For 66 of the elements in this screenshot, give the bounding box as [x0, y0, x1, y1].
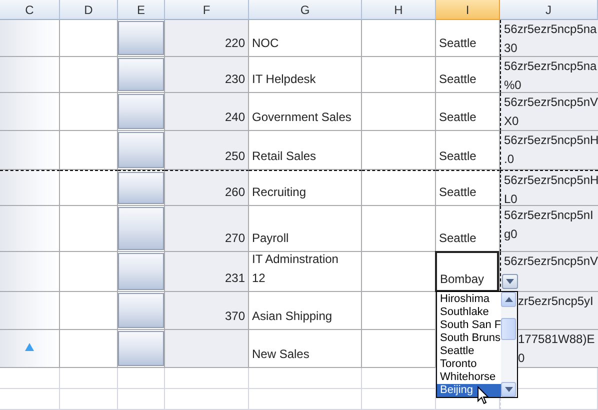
dropdown-button[interactable]: [502, 274, 518, 289]
table-cell: 231: [165, 252, 249, 292]
scroll-thumb[interactable]: [501, 318, 516, 340]
row-header[interactable]: [0, 206, 60, 252]
column-header[interactable]: E: [118, 0, 165, 20]
caret-icon: [506, 279, 514, 284]
table-cell: [118, 389, 165, 410]
table-cell: 56zr5ezr5ncp5nH L0: [500, 170, 598, 206]
table-cell: Asian Shipping: [249, 292, 362, 330]
table-cell: IT Adminstration 12: [249, 252, 362, 292]
table-cell: [0, 368, 60, 389]
table-cell: Recruiting: [249, 170, 362, 206]
column-header[interactable]: F: [165, 0, 249, 20]
row-button[interactable]: [118, 207, 164, 250]
column-header[interactable]: I: [436, 0, 500, 20]
table-cell: 56zr5ezr5ncp5nV X0: [500, 93, 598, 131]
column-header[interactable]: J: [500, 0, 598, 20]
table-cell: 240: [165, 93, 249, 131]
table-cell: Payroll: [249, 206, 362, 252]
table-cell: [118, 368, 165, 389]
row-header[interactable]: [0, 131, 60, 170]
row-button[interactable]: [118, 21, 164, 55]
row-button[interactable]: [118, 132, 164, 168]
table-cell: 370: [165, 292, 249, 330]
table-cell: 56zr5ezr5ncp5na 30: [500, 20, 598, 57]
column-header[interactable]: H: [362, 0, 436, 20]
row-button[interactable]: [118, 331, 164, 366]
table-cell: 56zr5ezr5ncp5nV: [500, 252, 598, 292]
table-cell: 56zr5ezr5ncp5na %0: [500, 57, 598, 93]
scroll-up-button[interactable]: [501, 292, 516, 307]
caret-icon: [504, 297, 512, 302]
table-cell: 56zr5ezr5ncp5nH .0: [500, 131, 598, 170]
table-cell: New Sales: [249, 330, 362, 368]
column-header[interactable]: D: [60, 0, 118, 20]
row-button[interactable]: [118, 94, 164, 129]
table-cell: 270: [165, 206, 249, 252]
table-cell: [60, 368, 118, 389]
table-cell: [60, 389, 118, 410]
row-button[interactable]: [118, 172, 164, 204]
row-header[interactable]: [0, 57, 60, 93]
table-cell: 56zr5ezr5ncp5nI g0: [500, 206, 598, 252]
row-button[interactable]: [118, 58, 164, 91]
row-button[interactable]: [118, 253, 164, 290]
new-row-icon: [25, 343, 34, 351]
table-cell: IT Helpdesk: [249, 57, 362, 93]
table-cell: 250: [165, 131, 249, 170]
table-cell: NOC: [249, 20, 362, 57]
row-header[interactable]: [0, 330, 60, 368]
row-header[interactable]: [0, 93, 60, 131]
row-header[interactable]: [0, 20, 60, 57]
table-cell: 260: [165, 170, 249, 206]
table-cell: Government Sales: [249, 93, 362, 131]
row-header[interactable]: [0, 292, 60, 330]
city-field[interactable]: Bombay: [435, 251, 499, 292]
row-header[interactable]: [0, 170, 60, 206]
row-header[interactable]: [0, 252, 60, 292]
caret-icon: [504, 387, 512, 392]
column-header[interactable]: G: [249, 0, 362, 20]
table-cell: 230: [165, 57, 249, 93]
table-cell: Retail Sales: [249, 131, 362, 170]
column-header[interactable]: C: [0, 0, 60, 20]
table-cell: 220: [165, 20, 249, 57]
table-cell: [0, 389, 60, 410]
row-button[interactable]: [118, 293, 164, 328]
cursor-icon: [477, 386, 489, 405]
scroll-down-button[interactable]: [501, 382, 516, 397]
